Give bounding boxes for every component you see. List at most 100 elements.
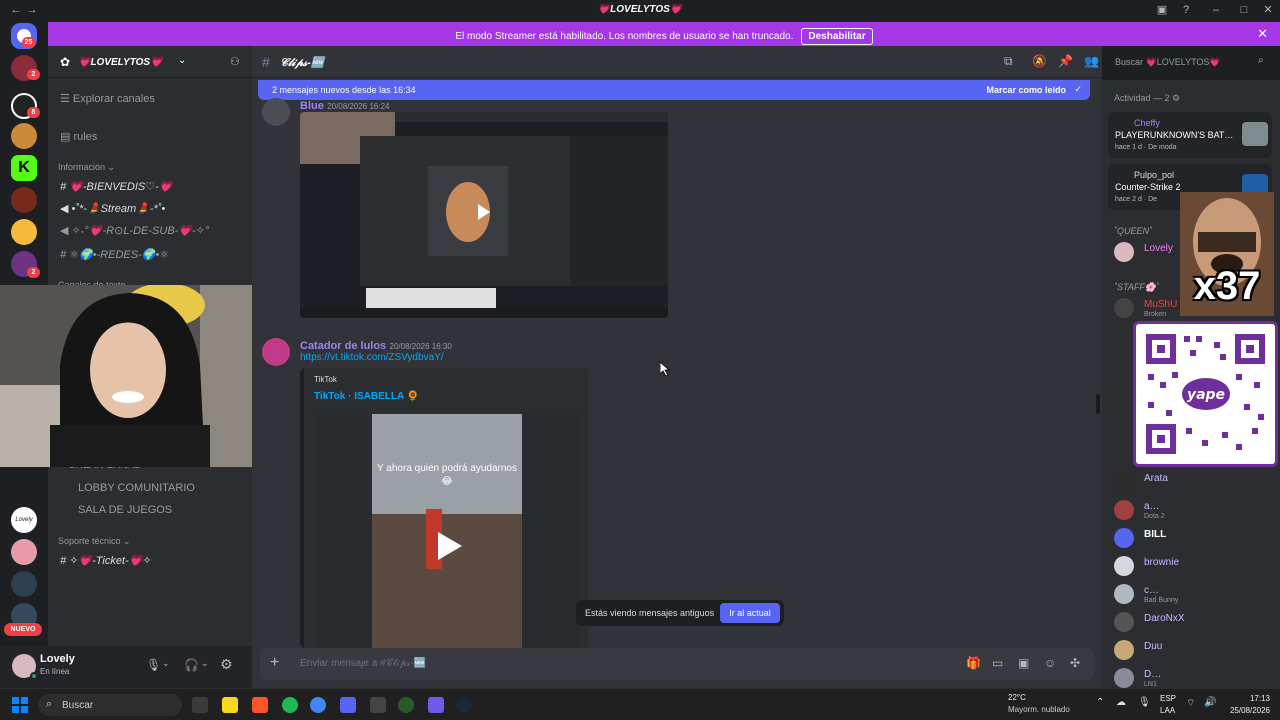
members-icon[interactable]: 👥 (1084, 54, 1099, 68)
task-view-icon[interactable] (192, 697, 208, 713)
search-box[interactable]: Buscar 💗LOVELYTOS💗 ⌕ (1110, 52, 1274, 72)
headphones-icon[interactable]: 🎧 (184, 658, 199, 672)
channel-item[interactable]: ◀ •˚*-💄Stream💄-*˚• (60, 202, 165, 215)
apps-icon[interactable]: ✣ (1070, 656, 1080, 670)
app-icon[interactable] (428, 697, 444, 713)
video-thumbnail[interactable]: Y ahora quien podrá ayudarnos 😂 (314, 414, 580, 648)
ticket-channel[interactable]: # ✧💗-Ticket-💗✧ (60, 554, 152, 567)
member-item[interactable]: Arata (1114, 470, 1274, 496)
message-author[interactable]: Blue (300, 100, 324, 112)
clock-date[interactable]: 25/08/2026 (1222, 706, 1270, 715)
gift-icon[interactable]: 🎁 (966, 656, 981, 670)
chat-scrollbar[interactable] (1096, 394, 1100, 414)
member-item[interactable]: DaroNxX (1114, 610, 1274, 636)
server-icon[interactable] (11, 123, 37, 149)
server-name: 💗LOVELYTOS💗 (78, 57, 163, 68)
inbox-icon[interactable]: ▣ (1154, 3, 1170, 17)
channel-item[interactable]: # ⚛🌍•-REDES-🌍•⚛ (60, 248, 169, 261)
activity-meta: hace 2 d · De (1115, 196, 1158, 203)
activity-card[interactable]: Cheffy PLAYERUNKNOWN'S BAT… hace 1 d · D… (1108, 112, 1272, 158)
message-composer: + Enviar mensaje a #𝒞𝓁𝒾𝓅𝓈-🆕 🎁 ▭ ▣ ☺ ✣ (260, 648, 1094, 680)
minimize-icon[interactable]: – (1208, 3, 1224, 17)
close-banner-icon[interactable]: ✕ (1257, 26, 1268, 42)
search-input[interactable]: Buscar 💗LOVELYTOS💗 (1115, 57, 1221, 68)
message-author[interactable]: Catador de lulos (300, 340, 386, 352)
member-item[interactable]: brownie (1114, 554, 1274, 580)
clock-time[interactable]: 17:13 (1226, 694, 1270, 703)
server-icon[interactable] (11, 219, 37, 245)
microphone-icon[interactable]: 🎙 (146, 658, 161, 672)
add-attachment-icon[interactable]: + (270, 654, 279, 672)
close-window-icon[interactable]: ✕ (1260, 3, 1276, 17)
cloud-icon[interactable]: ☁ (1116, 697, 1126, 708)
category-info[interactable]: Información ⌄ (58, 162, 115, 173)
chevron-up-icon[interactable]: ⌃ (1096, 697, 1104, 708)
wifi-icon[interactable]: ⌔ (1186, 697, 1195, 710)
explore-channels-item[interactable]: ☰ Explorar canales (60, 92, 155, 105)
obs-icon[interactable] (398, 697, 414, 713)
taskbar-search[interactable]: ⌕ Buscar (38, 694, 182, 716)
settings-gear-icon[interactable]: ⚙ (220, 656, 233, 673)
embed-title[interactable]: TikTok · ISABELLA 🌻 (314, 391, 419, 402)
mute-bell-icon[interactable]: 🔕 (1032, 54, 1047, 68)
maximize-icon[interactable]: □ (1236, 3, 1252, 17)
pin-icon[interactable]: 📌 (1058, 54, 1073, 68)
chevron-down-icon[interactable]: ⌄ (201, 658, 209, 669)
gif-icon[interactable]: ▭ (992, 656, 1003, 670)
channel-label: ✧💗-Ticket-💗✧ (69, 555, 152, 567)
search-icon: ⌕ (1258, 55, 1264, 66)
weather-temp[interactable]: 22°C (1008, 693, 1026, 702)
volume-icon[interactable]: 🔊 (1204, 697, 1216, 708)
new-messages-bar[interactable]: 2 mensajes nuevos desde las 16:34 Marcar… (258, 80, 1090, 100)
screenshot-attachment[interactable] (300, 112, 668, 318)
sticky-notes-icon[interactable] (222, 697, 238, 713)
rules-item[interactable]: ▤ rules (60, 130, 97, 143)
member-name: Lovely (1144, 243, 1173, 254)
sticker-icon[interactable]: ▣ (1018, 656, 1029, 670)
microphone-icon[interactable]: 🎙 (1138, 697, 1151, 708)
weather-desc[interactable]: Mayorm. nublado (1008, 705, 1070, 714)
channel-item[interactable]: # 💗-BIENVEDIS♡-💗 (60, 180, 172, 193)
spotify-icon[interactable] (282, 697, 298, 713)
windows-start-icon[interactable] (12, 697, 28, 713)
avatar[interactable] (262, 98, 290, 126)
play-icon[interactable] (430, 528, 466, 564)
disable-streamer-button[interactable]: Deshabilitar (801, 28, 873, 45)
category-support[interactable]: Soporte técnico ⌄ (58, 536, 131, 547)
app-icon[interactable] (370, 697, 386, 713)
keyboard-layout[interactable]: LAA (1160, 706, 1175, 715)
chrome-icon[interactable] (310, 697, 326, 713)
mark-read-button[interactable]: Marcar como leído (986, 85, 1066, 95)
server-icon[interactable] (11, 571, 37, 597)
kick-server-icon[interactable]: K (11, 155, 37, 181)
server-boost-icon: ✿ (60, 55, 71, 69)
server-icon[interactable] (11, 187, 37, 213)
member-item[interactable]: c… Bad Bunny (1114, 582, 1274, 608)
language-indicator[interactable]: ESP (1160, 694, 1176, 703)
emoji-icon[interactable]: ☺ (1044, 656, 1056, 670)
server-icon[interactable] (11, 539, 37, 565)
activity-tag: De moda (1148, 144, 1177, 151)
member-item[interactable]: BILL (1114, 526, 1274, 552)
member-item[interactable]: Duu (1114, 638, 1274, 664)
avatar[interactable] (262, 338, 290, 366)
threads-icon[interactable]: ⧉ (1004, 54, 1013, 69)
server-header[interactable]: ✿ 💗LOVELYTOS💗 ⌄ ⚇ (48, 46, 252, 78)
member-item[interactable]: a… Dota 2 (1114, 498, 1274, 524)
member-name: a… (1144, 501, 1160, 512)
voice-channel-item[interactable]: LOBBY COMUNITARIO (78, 482, 195, 494)
message-input[interactable]: Enviar mensaje a #𝒞𝓁𝒾𝓅𝓈-🆕 (300, 658, 426, 669)
brave-browser-icon[interactable] (252, 697, 268, 713)
avatar (1114, 612, 1134, 632)
steam-icon[interactable] (456, 697, 472, 713)
invite-icon[interactable]: ⚇ (230, 55, 240, 68)
taskbar-search-input[interactable]: Buscar (62, 700, 93, 711)
jump-to-present-button[interactable]: Ir al actual (720, 603, 780, 623)
discord-icon[interactable] (340, 697, 356, 713)
chevron-down-icon[interactable]: ⌄ (162, 658, 170, 669)
help-icon[interactable]: ? (1178, 3, 1194, 17)
channel-item[interactable]: ◀ ✧˖°💗-R⊙L-DE-SUB-💗-✧° (60, 224, 209, 237)
voice-channel-item[interactable]: SALA DE JUEGOS (78, 504, 172, 516)
tiktok-link[interactable]: https://vt.tiktok.com/ZSVydbvaY/ (300, 352, 444, 363)
lovely-server-icon[interactable]: Lovely (11, 507, 37, 533)
